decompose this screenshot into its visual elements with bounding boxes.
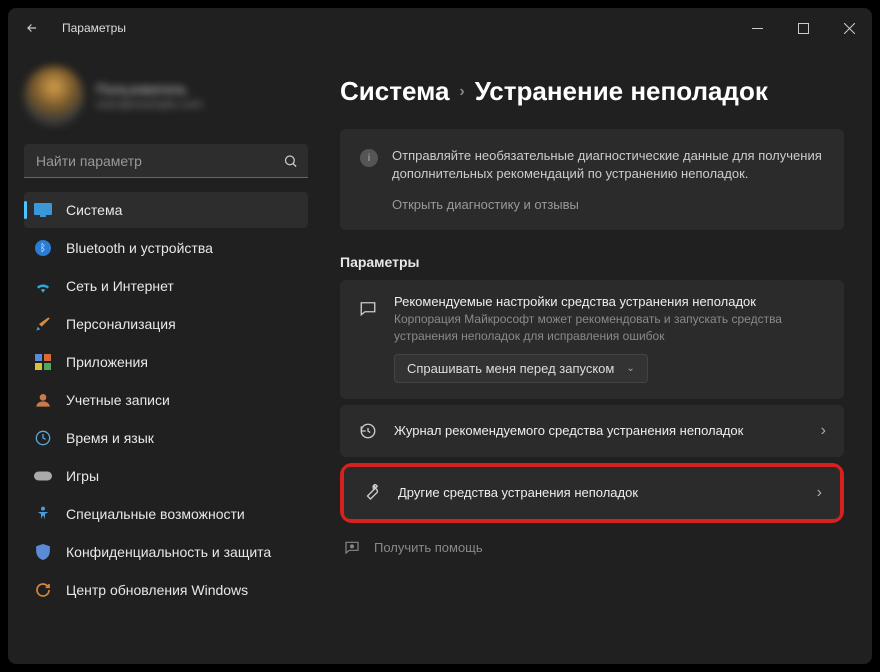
history-icon (358, 421, 378, 441)
sidebar-item-update[interactable]: Центр обновления Windows (24, 572, 308, 608)
other-troubleshooters-card[interactable]: Другие средства устранения неполадок › (344, 467, 840, 519)
sidebar-item-label: Bluetooth и устройства (66, 240, 213, 256)
sidebar-item-personalization[interactable]: Персонализация (24, 306, 308, 342)
window-title: Параметры (62, 21, 126, 35)
bluetooth-icon: ᛒ (34, 239, 52, 257)
diagnostic-info-card: i Отправляйте необязательные диагностиче… (340, 129, 844, 230)
sidebar-item-privacy[interactable]: Конфиденциальность и защита (24, 534, 308, 570)
clock-icon (34, 429, 52, 447)
main-content: Система › Устранение неполадок i Отправл… (316, 48, 872, 664)
chat-icon (358, 298, 378, 318)
diagnostic-info-text: Отправляйте необязательные диагностическ… (392, 147, 824, 183)
dropdown-value: Спрашивать меня перед запуском (407, 361, 614, 376)
troubleshoot-history-card[interactable]: Журнал рекомендуемого средства устранени… (340, 405, 844, 457)
paintbrush-icon (34, 315, 52, 333)
sidebar-item-label: Сеть и Интернет (66, 278, 174, 294)
wrench-icon (362, 483, 382, 503)
avatar (24, 66, 84, 126)
search-input[interactable] (24, 144, 308, 178)
sidebar-item-label: Учетные записи (66, 392, 170, 408)
recommended-title: Рекомендуемые настройки средства устране… (394, 294, 826, 309)
sidebar-item-label: Время и язык (66, 430, 154, 446)
help-label: Получить помощь (374, 540, 483, 555)
page-title: Устранение неполадок (475, 76, 768, 107)
chevron-right-icon: › (821, 422, 826, 440)
wifi-icon (34, 277, 52, 295)
highlighted-item: Другие средства устранения неполадок › (340, 463, 844, 523)
section-label-params: Параметры (340, 254, 844, 270)
sidebar-item-network[interactable]: Сеть и Интернет (24, 268, 308, 304)
sidebar-item-label: Центр обновления Windows (66, 582, 248, 598)
troubleshoot-mode-dropdown[interactable]: Спрашивать меня перед запуском ⌄ (394, 354, 648, 383)
sidebar-item-apps[interactable]: Приложения (24, 344, 308, 380)
titlebar: Параметры (8, 8, 872, 48)
search-icon (283, 154, 298, 169)
close-button[interactable] (826, 11, 872, 45)
breadcrumb: Система › Устранение неполадок (340, 76, 844, 107)
minimize-button[interactable] (734, 11, 780, 45)
shield-icon (34, 543, 52, 561)
chevron-right-icon: › (459, 83, 464, 101)
maximize-button[interactable] (780, 11, 826, 45)
info-icon: i (360, 149, 378, 167)
sidebar-item-gaming[interactable]: Игры (24, 458, 308, 494)
history-title: Журнал рекомендуемого средства устранени… (394, 423, 821, 438)
profile-name: Пользователь (96, 81, 203, 97)
sidebar-item-label: Персонализация (66, 316, 176, 332)
sidebar-item-accounts[interactable]: Учетные записи (24, 382, 308, 418)
profile-email: user@example.com (96, 97, 203, 111)
chevron-down-icon: ⌄ (626, 363, 634, 374)
sidebar-item-accessibility[interactable]: Специальные возможности (24, 496, 308, 532)
sidebar-item-time[interactable]: Время и язык (24, 420, 308, 456)
get-help-link[interactable]: Получить помощь (340, 529, 844, 565)
accessibility-icon (34, 505, 52, 523)
diagnostic-link[interactable]: Открыть диагностику и отзывы (392, 197, 824, 212)
person-icon (34, 391, 52, 409)
sidebar-item-label: Специальные возможности (66, 506, 245, 522)
sidebar-item-label: Приложения (66, 354, 148, 370)
back-button[interactable] (24, 20, 40, 36)
gamepad-icon (34, 467, 52, 485)
sidebar-item-label: Игры (66, 468, 99, 484)
chevron-right-icon: › (817, 484, 822, 502)
recommended-subtitle: Корпорация Майкрософт может рекомендоват… (394, 311, 826, 343)
sidebar-item-label: Система (66, 202, 122, 218)
sidebar-item-bluetooth[interactable]: ᛒ Bluetooth и устройства (24, 230, 308, 266)
search-box[interactable] (24, 144, 308, 178)
help-icon (344, 539, 362, 557)
apps-icon (34, 353, 52, 371)
recommended-settings-card: Рекомендуемые настройки средства устране… (340, 280, 844, 398)
sidebar-item-label: Конфиденциальность и защита (66, 544, 271, 560)
sidebar: Пользователь user@example.com Система ᛒ … (8, 48, 316, 664)
display-icon (34, 201, 52, 219)
breadcrumb-parent[interactable]: Система (340, 76, 449, 107)
sidebar-item-system[interactable]: Система (24, 192, 308, 228)
profile-block[interactable]: Пользователь user@example.com (24, 66, 308, 126)
update-icon (34, 581, 52, 599)
other-title: Другие средства устранения неполадок (398, 485, 817, 500)
